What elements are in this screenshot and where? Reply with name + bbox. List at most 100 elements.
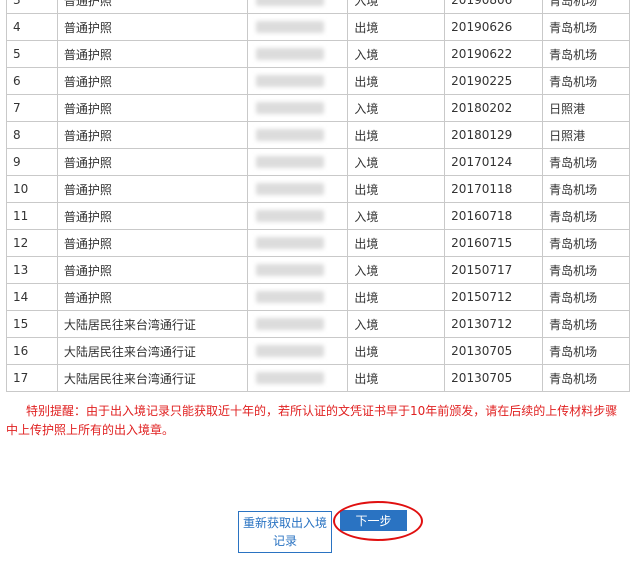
table-row: 3 普通护照 入境 20190806 青岛机场 [6,0,630,14]
entry-exit-direction: 出境 [347,229,446,257]
entry-exit-direction: 入境 [347,94,446,122]
blurred-document-number [246,337,349,365]
document-type: 普通护照 [56,40,248,68]
record-date: 20190225 [444,67,544,95]
table-row: 13 普通护照 入境 20150717 青岛机场 [6,256,630,284]
row-index: 4 [6,13,58,41]
row-index: 9 [6,148,58,176]
records-table-body: 3 普通护照 入境 20190806 青岛机场 4 普通护照 出境 20190626 青岛机场 5 普… [6,0,630,392]
entry-exit-records-table: 3 普通护照 入境 20190806 青岛机场 4 普通护照 出境 20190626 青岛机场 5 普… [6,0,630,392]
row-index: 3 [6,0,58,14]
blurred-document-number [246,13,349,41]
record-date: 20170118 [444,175,544,203]
entry-exit-direction: 入境 [347,0,446,14]
record-date: 20160718 [444,202,544,230]
next-step-button[interactable]: 下一步 [340,510,407,531]
document-type: 普通护照 [56,256,248,284]
blurred-document-number [246,40,349,68]
document-type: 大陆居民往来台湾通行证 [56,310,248,338]
redacted-blur [255,318,324,330]
table-row: 17 大陆居民往来台湾通行证 出境 20130705 青岛机场 [6,364,630,392]
port-name: 青岛机场 [542,202,630,230]
redacted-blur [255,372,324,384]
document-type: 普通护照 [56,13,248,41]
row-index: 16 [6,337,58,365]
entry-exit-direction: 出境 [347,121,446,149]
redacted-blur [255,21,324,33]
port-name: 青岛机场 [542,0,630,14]
redacted-blur [255,0,324,6]
document-type: 普通护照 [56,121,248,149]
document-type: 普通护照 [56,0,248,14]
document-type: 普通护照 [56,229,248,257]
record-date: 20130705 [444,364,544,392]
document-type: 普通护照 [56,67,248,95]
row-index: 12 [6,229,58,257]
entry-exit-direction: 出境 [347,337,446,365]
redacted-blur [255,264,324,276]
redacted-blur [255,129,324,141]
table-row: 14 普通护照 出境 20150712 青岛机场 [6,283,630,311]
record-date: 20190622 [444,40,544,68]
record-date: 20170124 [444,148,544,176]
entry-exit-direction: 入境 [347,148,446,176]
record-date: 20150712 [444,283,544,311]
blurred-document-number [246,94,349,122]
redacted-blur [255,345,324,357]
row-index: 13 [6,256,58,284]
document-type: 普通护照 [56,148,248,176]
port-name: 青岛机场 [542,283,630,311]
entry-exit-direction: 出境 [347,364,446,392]
table-row: 16 大陆居民往来台湾通行证 出境 20130705 青岛机场 [6,337,630,365]
blurred-document-number [246,364,349,392]
row-index: 6 [6,67,58,95]
table-row: 9 普通护照 入境 20170124 青岛机场 [6,148,630,176]
entry-exit-direction: 出境 [347,283,446,311]
document-type: 大陆居民往来台湾通行证 [56,364,248,392]
row-index: 15 [6,310,58,338]
port-name: 青岛机场 [542,40,630,68]
redacted-blur [255,48,324,60]
port-name: 日照港 [542,94,630,122]
redacted-blur [255,156,324,168]
document-type: 普通护照 [56,283,248,311]
port-name: 青岛机场 [542,229,630,257]
redacted-blur [255,210,324,222]
record-date: 20150717 [444,256,544,284]
table-row: 10 普通护照 出境 20170118 青岛机场 [6,175,630,203]
row-index: 11 [6,202,58,230]
table-row: 4 普通护照 出境 20190626 青岛机场 [6,13,630,41]
table-row: 7 普通护照 入境 20180202 日照港 [6,94,630,122]
record-date: 20130705 [444,337,544,365]
table-row: 8 普通护照 出境 20180129 日照港 [6,121,630,149]
blurred-document-number [246,0,349,14]
refresh-records-button[interactable]: 重新获取出入境记录 [238,511,332,553]
entry-exit-direction: 入境 [347,256,446,284]
document-type: 普通护照 [56,175,248,203]
row-index: 10 [6,175,58,203]
record-date: 20190806 [444,0,544,14]
blurred-document-number [246,121,349,149]
entry-exit-direction: 入境 [347,202,446,230]
port-name: 青岛机场 [542,337,630,365]
table-row: 12 普通护照 出境 20160715 青岛机场 [6,229,630,257]
blurred-document-number [246,229,349,257]
blurred-document-number [246,148,349,176]
table-row: 5 普通护照 入境 20190622 青岛机场 [6,40,630,68]
port-name: 青岛机场 [542,364,630,392]
port-name: 青岛机场 [542,148,630,176]
special-notice: 特别提醒：由于出入境记录只能获取近十年的，若所认证的文凭证书早于10年前颁发，请… [6,402,626,440]
row-index: 7 [6,94,58,122]
row-index: 14 [6,283,58,311]
entry-exit-direction: 出境 [347,67,446,95]
blurred-document-number [246,256,349,284]
table-row: 11 普通护照 入境 20160718 青岛机场 [6,202,630,230]
port-name: 青岛机场 [542,256,630,284]
blurred-document-number [246,202,349,230]
record-date: 20190626 [444,13,544,41]
table-row: 6 普通护照 出境 20190225 青岛机场 [6,67,630,95]
entry-exit-direction: 出境 [347,13,446,41]
port-name: 日照港 [542,121,630,149]
row-index: 5 [6,40,58,68]
record-date: 20180129 [444,121,544,149]
